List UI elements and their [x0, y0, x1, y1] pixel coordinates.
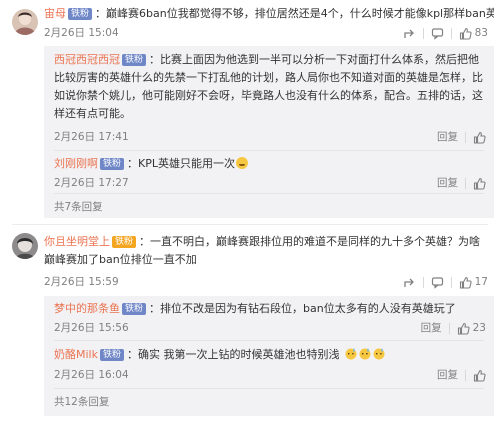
sweat-emoji-icon [359, 347, 371, 360]
like-button[interactable] [473, 131, 486, 144]
username[interactable]: 刘刚刚啊 [54, 157, 98, 170]
reply-box: 梦中的那条鱼 铁粉 ：排位不改是因为有钻石段位，ban位太多有的人没有英雄玩了 2月… [44, 296, 494, 416]
fan-badge: 铁粉 [122, 303, 147, 315]
reply-1: 梦中的那条鱼 铁粉 ：排位不改是因为有钻石段位，ban位太多有的人没有英雄玩了 2月… [44, 296, 494, 340]
share-icon [403, 276, 416, 289]
like-count: 83 [474, 27, 488, 39]
reply-body: 奶酪Milk 铁粉 ：确实 我第一次上钻的时候英雄池也特别浅 [54, 346, 484, 364]
reply-body: 西冠西冠西冠 铁粉 ：比赛上面因为他选到一半可以分析一下对面打什么体系，然后把他比较… [54, 53, 483, 120]
reply-text: KPL英雄只能用一次 [138, 157, 235, 170]
reply-text: 排位不改是因为有钻石段位，ban位太多有的人没有英雄玩了 [160, 302, 456, 315]
like-icon [459, 276, 472, 289]
fan-badge: 铁粉 [99, 349, 124, 361]
reply-body: 梦中的那条鱼 铁粉 ：排位不改是因为有钻石段位，ban位太多有的人没有英雄玩了 [54, 302, 456, 315]
like-count: 17 [474, 276, 488, 288]
comment-actions: 17 [403, 274, 488, 290]
fan-badge: 铁粉 [122, 54, 147, 66]
comment-icon [431, 27, 444, 40]
like-button[interactable] [473, 177, 486, 190]
comment-button[interactable] [431, 27, 444, 40]
comment-body: 你且坐明堂上 铁粉 ：一直不明白，巅峰赛跟排位用的难道不是同样的九十多个英雄？为啥巅… [44, 235, 481, 266]
reply-time: 2月26日 17:27 [54, 177, 129, 189]
reply-button[interactable]: 回复 [437, 175, 458, 191]
reply-actions: 回复 [437, 129, 486, 145]
reply-1: 西冠西冠西冠 铁粉 ：比赛上面因为他选到一半可以分析一下对面打什么体系，然后把他比较… [44, 46, 494, 150]
comment-body: 宙母 铁粉 ：巅峰赛6ban位我都觉得不够，排位居然还是4个，什么时候才能像kpl那… [44, 5, 494, 22]
username[interactable]: 梦中的那条鱼 [54, 302, 120, 315]
user-avatar[interactable] [12, 233, 38, 259]
reply-2: 刘刚刚啊 铁粉 ：KPL英雄只能用一次 2月26日 17:27 回复 [44, 151, 494, 193]
reply-button[interactable]: 回复 [421, 320, 442, 336]
like-button[interactable]: 83 [459, 25, 488, 41]
fan-badge: 铁粉 [68, 8, 93, 20]
comment-time: 2月26日 15:59 [44, 276, 119, 288]
username[interactable]: 奶酪Milk [54, 348, 98, 361]
comment-text: 巅峰赛6ban位我都觉得不够，排位居然还是4个，什么时候才能像kpl那样ban英… [106, 7, 494, 20]
divider [12, 224, 488, 225]
reply-text: 确实 我第一次上钻的时候英雄池也特别浅 [138, 348, 340, 361]
share-button[interactable] [403, 27, 416, 40]
reply-actions: 回复 23 [421, 320, 486, 336]
more-replies-link[interactable]: 共12条回复 [54, 394, 109, 410]
like-button[interactable] [473, 369, 486, 382]
comment-icon [431, 276, 444, 289]
reply-button[interactable]: 回复 [437, 129, 458, 145]
username[interactable]: 西冠西冠西冠 [54, 53, 120, 66]
user-avatar[interactable] [12, 9, 38, 35]
like-icon [459, 27, 472, 40]
like-icon [473, 131, 486, 144]
share-icon [403, 27, 416, 40]
reply-time: 2月26日 15:56 [54, 322, 129, 334]
reply-box: 西冠西冠西冠 铁粉 ：比赛上面因为他选到一半可以分析一下对面打什么体系，然后把他比较… [44, 46, 494, 218]
share-button[interactable] [403, 276, 416, 289]
reply-actions: 回复 [437, 367, 486, 383]
sweat-emoji-icon [373, 347, 385, 360]
fan-badge: 铁粉 [112, 236, 137, 248]
comment-button[interactable] [431, 276, 444, 289]
more-replies-link[interactable]: 共7条回复 [54, 199, 103, 215]
reply-2: 奶酪Milk 铁粉 ：确实 我第一次上钻的时候英雄池也特别浅 2月26日 16:04… [44, 341, 494, 387]
reply-time: 2月26日 17:41 [54, 131, 129, 143]
comment-time: 2月26日 15:04 [44, 27, 119, 39]
like-count: 23 [472, 322, 486, 334]
sweat-emoji-icon [345, 347, 357, 360]
laugh-emoji-icon [236, 157, 248, 169]
username[interactable]: 宙母 [44, 7, 66, 20]
comment-1: 宙母 铁粉 ：巅峰赛6ban位我都觉得不够，排位居然还是4个，什么时候才能像kpl那… [0, 0, 500, 222]
reply-time: 2月26日 16:04 [54, 369, 129, 381]
like-button[interactable]: 17 [459, 274, 488, 290]
comment-actions: 83 [403, 25, 488, 41]
like-icon [457, 322, 470, 335]
reply-body: 刘刚刚啊 铁粉 ：KPL英雄只能用一次 [54, 155, 484, 173]
fan-badge: 铁粉 [100, 158, 125, 170]
like-button[interactable]: 23 [457, 320, 486, 336]
reply-actions: 回复 [437, 175, 486, 191]
reply-button[interactable]: 回复 [437, 367, 458, 383]
username[interactable]: 你且坐明堂上 [44, 235, 110, 248]
like-icon [473, 369, 486, 382]
comment-2: 你且坐明堂上 铁粉 ：一直不明白，巅峰赛跟排位用的难道不是同样的九十多个英雄？为啥巅… [0, 226, 500, 421]
like-icon [473, 177, 486, 190]
